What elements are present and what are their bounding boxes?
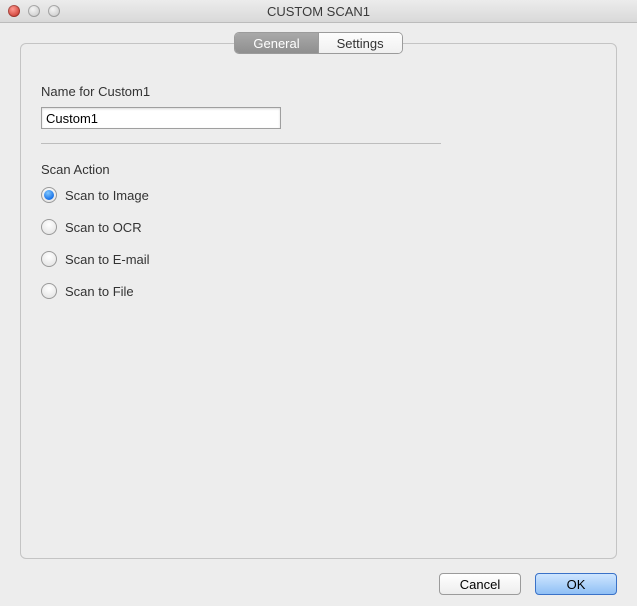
radio-row-ocr[interactable]: Scan to OCR xyxy=(41,219,596,235)
window-title: CUSTOM SCAN1 xyxy=(0,4,637,19)
tab-bar: General Settings xyxy=(0,33,637,53)
radio-label-file: Scan to File xyxy=(65,284,134,299)
radio-scan-to-file[interactable] xyxy=(41,283,57,299)
ok-button[interactable]: OK xyxy=(535,573,617,595)
minimize-icon[interactable] xyxy=(28,5,40,17)
scan-action-label: Scan Action xyxy=(41,162,596,177)
cancel-button[interactable]: Cancel xyxy=(439,573,521,595)
radio-label-ocr: Scan to OCR xyxy=(65,220,142,235)
close-icon[interactable] xyxy=(8,5,20,17)
radio-scan-to-image[interactable] xyxy=(41,187,57,203)
radio-label-image: Scan to Image xyxy=(65,188,149,203)
radio-scan-to-ocr[interactable] xyxy=(41,219,57,235)
radio-label-email: Scan to E-mail xyxy=(65,252,150,267)
name-label: Name for Custom1 xyxy=(41,84,596,99)
general-panel: Name for Custom1 Scan Action Scan to Ima… xyxy=(20,43,617,559)
scan-action-group: Scan to Image Scan to OCR Scan to E-mail… xyxy=(41,187,596,299)
radio-row-file[interactable]: Scan to File xyxy=(41,283,596,299)
divider xyxy=(41,143,441,144)
zoom-icon[interactable] xyxy=(48,5,60,17)
titlebar: CUSTOM SCAN1 xyxy=(0,0,637,23)
tab-general[interactable]: General xyxy=(235,33,317,53)
radio-scan-to-email[interactable] xyxy=(41,251,57,267)
tab-settings[interactable]: Settings xyxy=(318,33,402,53)
footer-buttons: Cancel OK xyxy=(439,573,617,595)
name-input[interactable] xyxy=(41,107,281,129)
radio-row-email[interactable]: Scan to E-mail xyxy=(41,251,596,267)
radio-row-image[interactable]: Scan to Image xyxy=(41,187,596,203)
window-body: General Settings Name for Custom1 Scan A… xyxy=(0,23,637,606)
window-controls xyxy=(0,5,60,17)
